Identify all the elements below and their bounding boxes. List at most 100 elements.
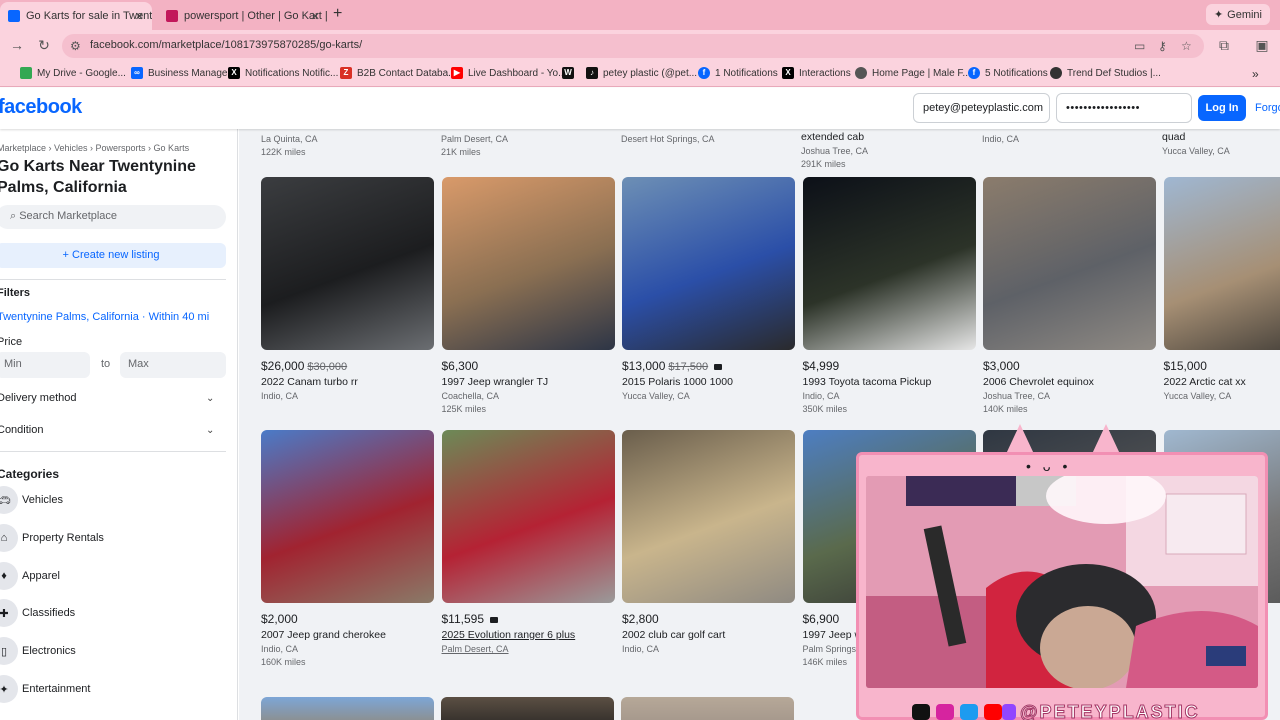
chevron-down-icon[interactable]: ⌄ [206, 393, 214, 404]
category-property-rentals[interactable]: ⌂ Property Rentals [0, 523, 220, 553]
listing-title[interactable]: 2022 Arctic cat xx [1164, 376, 1280, 388]
max-price-input[interactable]: Max [120, 352, 226, 378]
key-icon[interactable]: ⚷ [1158, 39, 1167, 53]
new-tab-button[interactable]: + [333, 5, 342, 23]
listing-card[interactable]: $11,595 2025 Evolution ranger 6 plus Palm … [441, 430, 615, 657]
bookmark-fb-5-notifications[interactable]: f 5 Notifications [968, 67, 1048, 79]
location-filter-link[interactable]: Twentynine Palms, California · Within 40… [0, 311, 209, 323]
globe-icon [855, 67, 867, 79]
min-price-input[interactable]: Min [0, 352, 90, 378]
listing-image[interactable] [261, 430, 434, 603]
cast-icon[interactable]: ▭ [1134, 39, 1145, 53]
bookmark-tiktok[interactable]: ♪ petey plastic (@pet... [586, 67, 697, 79]
listing-title[interactable]: 2007 Jeep grand cherokee [261, 629, 434, 641]
listing-card[interactable]: $13,000 $17,500 2015 Polaris 1000 1000 Yucc… [622, 177, 795, 404]
facebook-logo[interactable]: facebook [0, 96, 82, 119]
forgot-password-link[interactable]: Forgo [1255, 102, 1280, 114]
listing-card-partial[interactable]: extended cab Joshua Tree, CA 291K miles [801, 129, 974, 169]
youtube-icon: ▶ [451, 67, 463, 79]
bookmark-home-page[interactable]: Home Page | Male F... [855, 67, 971, 79]
listing-image[interactable] [983, 177, 1156, 350]
tab-go-karts[interactable]: Go Karts for sale in Twentynine ✕ [0, 2, 152, 30]
condition-dropdown[interactable]: Condition [0, 424, 43, 436]
gemini-icon: ✦ [1213, 9, 1224, 21]
listing-card[interactable]: $6,300 1997 Jeep wrangler TJ Coachella, CA… [441, 177, 615, 414]
site-info-icon[interactable]: ⚙ [70, 39, 81, 53]
listing-title[interactable]: 2025 Evolution ranger 6 plus [442, 629, 615, 641]
bookmark-wc[interactable]: W [562, 67, 574, 79]
extensions-icon[interactable]: ⧉ [1215, 37, 1233, 54]
breadcrumb[interactable]: Marketplace › Vehicles › Powersports › G… [0, 143, 189, 153]
listing-title[interactable]: 1993 Toyota tacoma Pickup [803, 376, 976, 388]
tab-powersport[interactable]: powersport | Other | Go Kart | P ✕ [158, 2, 328, 30]
category-electronics[interactable]: ▯ Electronics [0, 636, 220, 666]
listing-mileage: 160K miles [261, 657, 306, 667]
category-entertainment[interactable]: ✦ Entertainment [0, 674, 220, 704]
z-icon: Z [340, 67, 352, 79]
listing-card-partial[interactable]: quad Yucca Valley, CA [1162, 129, 1280, 156]
listing-card[interactable]: $3,000 2006 Chevrolet equinox Joshua Tree,… [983, 177, 1156, 414]
gemini-button[interactable]: ✦ Gemini [1205, 4, 1270, 25]
bookmark-my-drive[interactable]: My Drive - Google... [20, 67, 126, 79]
tiktok-icon: ♪ [586, 67, 598, 79]
listing-title[interactable]: 2022 Canam turbo rr [261, 376, 434, 388]
x-icon: X [782, 67, 794, 79]
listing-price: $26,000 $30,000 [261, 359, 434, 373]
listing-card-partial[interactable]: Desert Hot Springs, CA [621, 131, 794, 144]
bookmark-trend-def[interactable]: Trend Def Studios |... [1050, 67, 1161, 79]
category-vehicles[interactable]: 🚗︎ Vehicles [0, 485, 220, 515]
browser-window: Go Karts for sale in Twentynine ✕ powers… [0, 0, 1280, 720]
close-tab-icon[interactable]: ✕ [311, 10, 320, 23]
listing-image[interactable] [441, 177, 615, 350]
email-field[interactable]: petey@peteyplastic.com [913, 93, 1050, 123]
listing-card[interactable]: $26,000 $30,000 2022 Canam turbo rr Indio, … [261, 177, 434, 404]
listing-card[interactable]: $2,000 2007 Jeep grand cherokee Indio, CA 1… [261, 430, 434, 667]
listing-card[interactable]: $4,999 1993 Toyota tacoma Pickup Indio, CA… [802, 177, 976, 414]
listing-card[interactable]: $15,000 2022 Arctic cat xx Yucca Valley, C… [1163, 177, 1280, 404]
bookmark-fb-notifications[interactable]: f 1 Notifications [698, 67, 778, 79]
divider [0, 279, 226, 280]
more-bookmarks-icon[interactable]: » [1252, 67, 1259, 81]
close-tab-icon[interactable]: ✕ [135, 10, 144, 23]
category-apparel[interactable]: ♦ Apparel [0, 561, 220, 591]
listing-image[interactable] [802, 177, 976, 350]
bookmark-interactions[interactable]: X Interactions [782, 67, 851, 79]
listing-title[interactable]: 2002 club car golf cart [622, 629, 795, 641]
bookmark-b2b[interactable]: Z B2B Contact Databa... [340, 67, 457, 79]
listing-image[interactable] [622, 430, 795, 603]
listing-image[interactable] [441, 430, 615, 603]
side-panel-icon[interactable]: ▣ [1253, 37, 1271, 54]
search-input[interactable]: ⌕ Search Marketplace [0, 205, 226, 229]
delivery-method-dropdown[interactable]: Delivery method [0, 392, 76, 404]
listing-card-partial[interactable]: Palm Desert, CA 21K miles [441, 131, 614, 157]
listing-card[interactable]: $2,800 2002 club car golf cart Indio, CA [622, 430, 795, 657]
create-listing-button[interactable]: + Create new listing [0, 243, 226, 268]
category-classifieds[interactable]: ✚ Classifieds [0, 598, 220, 628]
bookmark-business-manager[interactable]: ∞ Business Manager [131, 67, 231, 79]
password-field[interactable]: ••••••••••••••••• [1056, 93, 1192, 123]
gemini-label: Gemini [1227, 8, 1262, 21]
listing-image[interactable] [622, 177, 795, 350]
search-icon: ⌕ [10, 210, 20, 222]
listing-image-partial[interactable] [441, 697, 614, 720]
bookmark-star-icon[interactable]: ☆ [1181, 39, 1192, 53]
price-value: $2,800 [622, 612, 659, 626]
listing-image-partial[interactable] [621, 697, 794, 720]
listing-card-partial[interactable]: La Quinta, CA 122K miles [261, 131, 434, 157]
listing-title[interactable]: 2006 Chevrolet equinox [983, 376, 1156, 388]
login-button[interactable]: Log In [1198, 95, 1246, 121]
listing-image[interactable] [261, 177, 434, 350]
listing-image-partial[interactable] [261, 697, 434, 720]
reload-icon[interactable]: ↻ [35, 37, 53, 54]
listing-title[interactable]: 1997 Jeep wrangler TJ [442, 376, 615, 388]
listing-card-partial[interactable]: Indio, CA [982, 131, 1155, 144]
address-bar[interactable]: ⚙ facebook.com/marketplace/1081739758702… [62, 34, 1204, 58]
bookmark-live-dashboard[interactable]: ▶ Live Dashboard - Yo... [451, 67, 566, 79]
chevron-down-icon[interactable]: ⌄ [206, 425, 214, 436]
bookmark-notifications-x[interactable]: X Notifications Notific... [228, 67, 338, 79]
listing-image[interactable] [1163, 177, 1280, 350]
forward-icon[interactable]: → [8, 37, 26, 53]
tiktok-icon [912, 704, 930, 720]
listing-title[interactable]: 2015 Polaris 1000 1000 [622, 376, 795, 388]
tag-icon: ✚ [0, 599, 18, 627]
